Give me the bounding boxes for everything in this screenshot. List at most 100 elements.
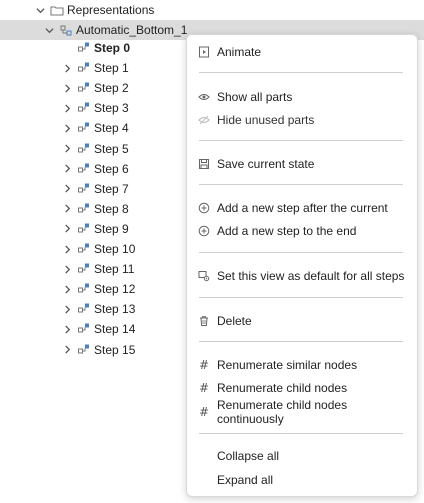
tree-node-label: Step 10: [94, 242, 136, 256]
menu-separator: [199, 433, 403, 434]
menu-item-label: Add a new step to the end: [217, 224, 357, 238]
tree-node-step[interactable]: Step 1: [0, 58, 186, 78]
tree-node-step[interactable]: Step 15: [0, 340, 186, 360]
structure-icon: [59, 23, 73, 37]
tree-node-label: Step 12: [94, 282, 136, 297]
menu-item-add-step-after[interactable]: Add a new step after the current: [187, 197, 417, 219]
spacer-icon: [197, 473, 211, 487]
chevron-down-icon[interactable]: [35, 5, 45, 15]
tree-node-label: Step 13: [94, 302, 136, 317]
eye-off-icon: [197, 113, 211, 127]
menu-item-label: Expand all: [217, 473, 274, 487]
tree-node-step[interactable]: Step 10: [0, 239, 186, 259]
chevron-right-icon[interactable]: [62, 204, 72, 214]
menu-item-label: Show all parts: [217, 90, 293, 104]
step-icon: [77, 242, 91, 256]
menu-separator: [199, 252, 403, 253]
menu-item-label: Animate: [217, 45, 262, 59]
tree-node-step[interactable]: Step 9: [0, 219, 186, 239]
tree-node-step[interactable]: Step 12: [0, 279, 186, 299]
tree-node-step[interactable]: Step 6: [0, 159, 186, 179]
menu-item-save-current-state[interactable]: Save current state: [187, 153, 417, 175]
step-icon: [77, 101, 91, 115]
hash-icon: #: [198, 358, 210, 372]
menu-item-label: Collapse all: [217, 449, 280, 463]
tree-node-label: Step 7: [94, 181, 129, 196]
chevron-right-icon[interactable]: [62, 264, 72, 274]
tree-node-step[interactable]: Step 0: [0, 38, 186, 58]
menu-item-label: Add a new step after the current: [217, 201, 388, 215]
chevron-right-icon[interactable]: [62, 144, 72, 154]
menu-separator: [199, 72, 403, 73]
tree-node-label: Step 1: [94, 61, 129, 76]
save-icon: [197, 157, 211, 171]
chevron-right-icon[interactable]: [62, 304, 72, 314]
step-icon: [77, 222, 91, 236]
tree-node-step[interactable]: Step 7: [0, 179, 186, 199]
menu-separator: [199, 297, 403, 298]
chevron-right-icon[interactable]: [62, 224, 72, 234]
chevron-right-icon[interactable]: [62, 244, 72, 254]
tree-node-step[interactable]: Step 11: [0, 259, 186, 279]
step-icon: [77, 282, 91, 296]
step-icon: [77, 121, 91, 135]
add-circle-icon: [197, 224, 211, 238]
chevron-right-icon[interactable]: [62, 184, 72, 194]
menu-item-delete[interactable]: Delete: [187, 310, 417, 332]
tree-node-step[interactable]: Step 5: [0, 139, 186, 159]
menu-separator: [199, 184, 403, 185]
tree-node-step[interactable]: Step 14: [0, 319, 186, 339]
menu-item-collapse-all[interactable]: Collapse all: [187, 445, 417, 467]
menu-separator: [199, 140, 403, 141]
tree-node-representations[interactable]: Representations: [0, 0, 424, 20]
menu-item-label: Set this view as default for all steps: [217, 269, 405, 283]
chevron-right-icon[interactable]: [62, 324, 72, 334]
step-icon: [77, 162, 91, 176]
add-circle-icon: [197, 201, 211, 215]
step-icon: [77, 322, 91, 336]
menu-item-add-step-end[interactable]: Add a new step to the end: [187, 220, 417, 242]
menu-item-label: Hide unused parts: [217, 113, 315, 127]
chevron-right-icon[interactable]: [62, 63, 72, 73]
menu-item-renumerate-continuously[interactable]: # Renumerate child nodes continuously: [187, 398, 417, 426]
menu-item-hide-unused-parts[interactable]: Hide unused parts: [187, 109, 417, 131]
menu-item-set-default-view[interactable]: Set this view as default for all steps: [187, 265, 417, 287]
tree-node-step[interactable]: Step 13: [0, 299, 186, 319]
tree-node-label: Step 5: [94, 141, 129, 156]
menu-item-label: Renumerate similar nodes: [217, 358, 358, 372]
spacer-icon: [197, 449, 211, 463]
step-icon: [77, 302, 91, 316]
chevron-down-icon[interactable]: [44, 25, 54, 35]
menu-item-renumerate-child[interactable]: # Renumerate child nodes: [187, 377, 417, 399]
step-icon: [77, 343, 91, 357]
context-menu: Animate Show all parts Hide unused parts…: [186, 34, 418, 497]
chevron-right-icon[interactable]: [62, 103, 72, 113]
chevron-right-icon[interactable]: [62, 83, 72, 93]
menu-item-show-all-parts[interactable]: Show all parts: [187, 86, 417, 108]
chevron-placeholder: [62, 43, 72, 53]
chevron-right-icon[interactable]: [62, 164, 72, 174]
tree-node-label: Step 2: [94, 81, 129, 96]
tree-node-step[interactable]: Step 4: [0, 118, 186, 138]
chevron-right-icon[interactable]: [62, 345, 72, 355]
menu-item-renumerate-similar[interactable]: # Renumerate similar nodes: [187, 354, 417, 376]
menu-item-expand-all[interactable]: Expand all: [187, 469, 417, 491]
tree-node-step[interactable]: Step 2: [0, 78, 186, 98]
menu-item-animate[interactable]: Animate: [187, 41, 417, 63]
step-icon: [77, 41, 91, 55]
step-icon: [77, 182, 91, 196]
tree-node-label: Step 6: [94, 161, 129, 176]
tree-node-step[interactable]: Step 8: [0, 199, 186, 219]
chevron-right-icon[interactable]: [62, 284, 72, 294]
eye-icon: [197, 90, 211, 104]
tree-node-label: Step 3: [94, 101, 129, 116]
tree-node-label: Step 8: [94, 201, 129, 216]
tree-node-label: Step 4: [94, 121, 129, 136]
step-icon: [77, 81, 91, 95]
tree-node-step[interactable]: Step 3: [0, 98, 186, 118]
tree-node-label: Step 0: [94, 41, 131, 55]
chevron-right-icon[interactable]: [62, 123, 72, 133]
step-icon: [77, 262, 91, 276]
tree-node-label: Step 14: [94, 322, 136, 337]
view-settings-icon: [197, 269, 211, 283]
